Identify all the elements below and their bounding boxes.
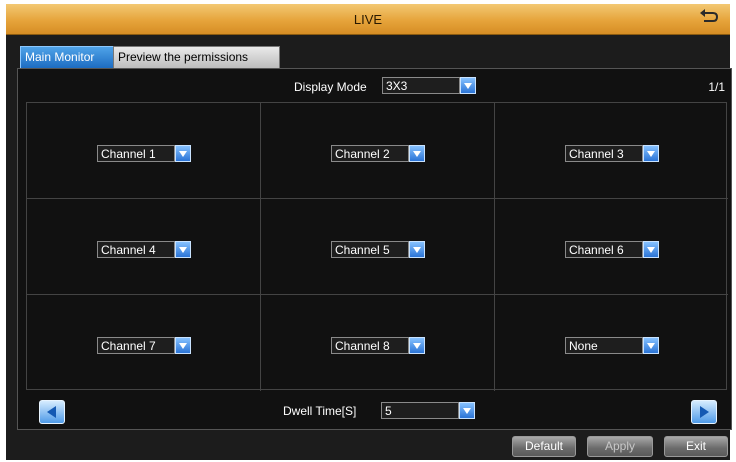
grid-cell: Channel 4 [27,199,261,295]
dwell-time-value: 5 [381,402,459,419]
chevron-down-icon[interactable] [460,77,476,94]
display-mode-row: Display Mode 3X3 1/1 [18,77,731,97]
arrow-right-icon [700,406,709,418]
channel-select-value: Channel 5 [331,241,409,258]
chevron-down-icon[interactable] [175,145,191,162]
grid-cell: Channel 5 [261,199,495,295]
dwell-time-select[interactable]: 5 [381,402,475,419]
channel-select-8[interactable]: Channel 8 [331,337,425,354]
grid-cell: Channel 3 [495,103,728,199]
previous-page-button[interactable] [39,400,65,424]
chevron-down-icon[interactable] [409,241,425,258]
display-mode-value: 3X3 [382,77,460,94]
display-mode-label: Display Mode [294,80,367,94]
grid-cell: None [495,295,728,391]
channel-select-value: Channel 6 [565,241,643,258]
channel-select-2[interactable]: Channel 2 [331,145,425,162]
channel-select-value: Channel 1 [97,145,175,162]
grid-cell: Channel 7 [27,295,261,391]
dwell-time-label: Dwell Time[S] [283,404,357,418]
channel-select-9[interactable]: None [565,337,659,354]
chevron-down-icon[interactable] [643,241,659,258]
next-page-button[interactable] [691,400,717,424]
back-icon[interactable] [698,8,720,24]
main-monitor-panel: Display Mode 3X3 1/1 Channel 1 Channel 2 [17,68,732,430]
grid-cell: Channel 6 [495,199,728,295]
grid-cell: Channel 1 [27,103,261,199]
channel-select-value: Channel 3 [565,145,643,162]
tab-preview-permissions[interactable]: Preview the permissions [113,46,280,68]
chevron-down-icon[interactable] [459,402,475,419]
chevron-down-icon[interactable] [409,337,425,354]
apply-button[interactable]: Apply [587,436,653,457]
channel-select-4[interactable]: Channel 4 [97,241,191,258]
arrow-left-icon [47,406,56,418]
channel-select-value: None [565,337,643,354]
channel-select-value: Channel 2 [331,145,409,162]
title-bar: LIVE [6,4,730,35]
default-button[interactable]: Default [512,436,576,457]
live-settings-window: LIVE Main Monitor Preview the permission… [6,4,732,460]
channel-select-value: Channel 7 [97,337,175,354]
page-indicator: 1/1 [708,80,725,94]
channel-select-value: Channel 4 [97,241,175,258]
channel-select-5[interactable]: Channel 5 [331,241,425,258]
chevron-down-icon[interactable] [175,337,191,354]
channel-select-value: Channel 8 [331,337,409,354]
channel-grid: Channel 1 Channel 2 Channel 3 Channel 4 [26,102,728,391]
channel-select-1[interactable]: Channel 1 [97,145,191,162]
chevron-down-icon[interactable] [409,145,425,162]
channel-select-7[interactable]: Channel 7 [97,337,191,354]
channel-select-3[interactable]: Channel 3 [565,145,659,162]
chevron-down-icon[interactable] [175,241,191,258]
exit-button[interactable]: Exit [664,436,728,457]
display-mode-select[interactable]: 3X3 [382,77,476,94]
chevron-down-icon[interactable] [643,145,659,162]
window-title: LIVE [353,12,383,27]
grid-cell: Channel 8 [261,295,495,391]
chevron-down-icon[interactable] [643,337,659,354]
grid-cell: Channel 2 [261,103,495,199]
channel-select-6[interactable]: Channel 6 [565,241,659,258]
dwell-row: Dwell Time[S] 5 [18,397,731,425]
tab-main-monitor[interactable]: Main Monitor [20,46,122,68]
